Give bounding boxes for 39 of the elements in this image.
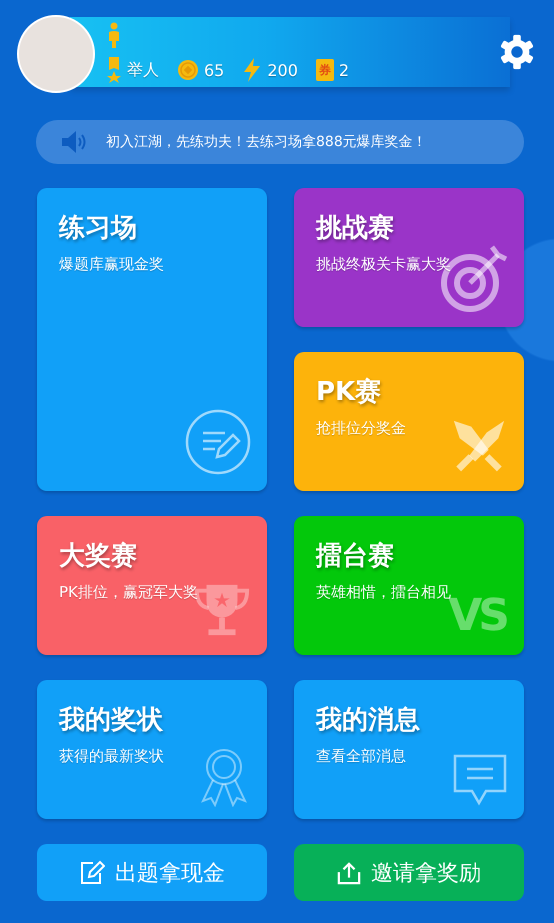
stat-value: 200 [267,60,298,80]
chat-bubble-icon [452,753,508,807]
card-subtitle: 挑战终极关卡赢大奖 [316,255,452,274]
card-title: 擂台赛 [316,540,395,573]
person-icon [107,22,121,48]
settings-icon[interactable] [498,33,536,71]
notice-bar[interactable]: 初入江湖，先练功夫！去练习场拿888元爆库奖金！ [36,120,524,164]
stat-value: 65 [204,60,224,80]
menu-card[interactable]: 我的奖状 获得的最新奖状 [37,680,267,819]
card-subtitle: 爆题库赢现金奖 [59,255,165,274]
lightning-icon [242,58,262,82]
card-subtitle: 获得的最新奖状 [59,747,165,766]
edit-icon [79,860,105,886]
action-button[interactable]: 邀请拿奖励 [294,844,524,901]
card-subtitle: PK排位，赢冠军大奖 [59,583,199,602]
card-title: 大奖赛 [59,540,138,573]
speaker-icon [60,128,88,156]
writing-icon [185,409,251,475]
card-title: 我的消息 [316,704,421,737]
action-button[interactable]: 出题拿现金 [37,844,267,901]
menu-card[interactable]: PK赛 抢排位分奖金 [294,352,524,491]
card-subtitle: 查看全部消息 [316,747,407,766]
card-subtitle: 抢排位分奖金 [316,419,407,438]
card-title: PK赛 [316,376,382,409]
menu-card[interactable]: 挑战赛 挑战终极关卡赢大奖 [294,188,524,327]
card-title: 我的奖状 [59,704,164,737]
ticket-icon: 券 [316,59,334,81]
coin-icon [177,59,199,81]
card-title: 练习场 [59,212,138,245]
notice-text: 初入江湖，先练功夫！去练习场拿888元爆库奖金！ [106,133,427,151]
menu-card[interactable]: 大奖赛 PK排位，赢冠军大奖 [37,516,267,655]
menu-card[interactable]: 练习场 爆题库赢现金奖 [37,188,267,491]
stat-value: 举人 [127,60,159,80]
stat-value: 2 [338,60,350,80]
medal-icon [106,57,122,83]
rosette-icon [199,747,249,807]
menu-card[interactable]: 我的消息 查看全部消息 [294,680,524,819]
upload-icon [337,860,361,884]
card-title: 挑战赛 [316,212,395,245]
